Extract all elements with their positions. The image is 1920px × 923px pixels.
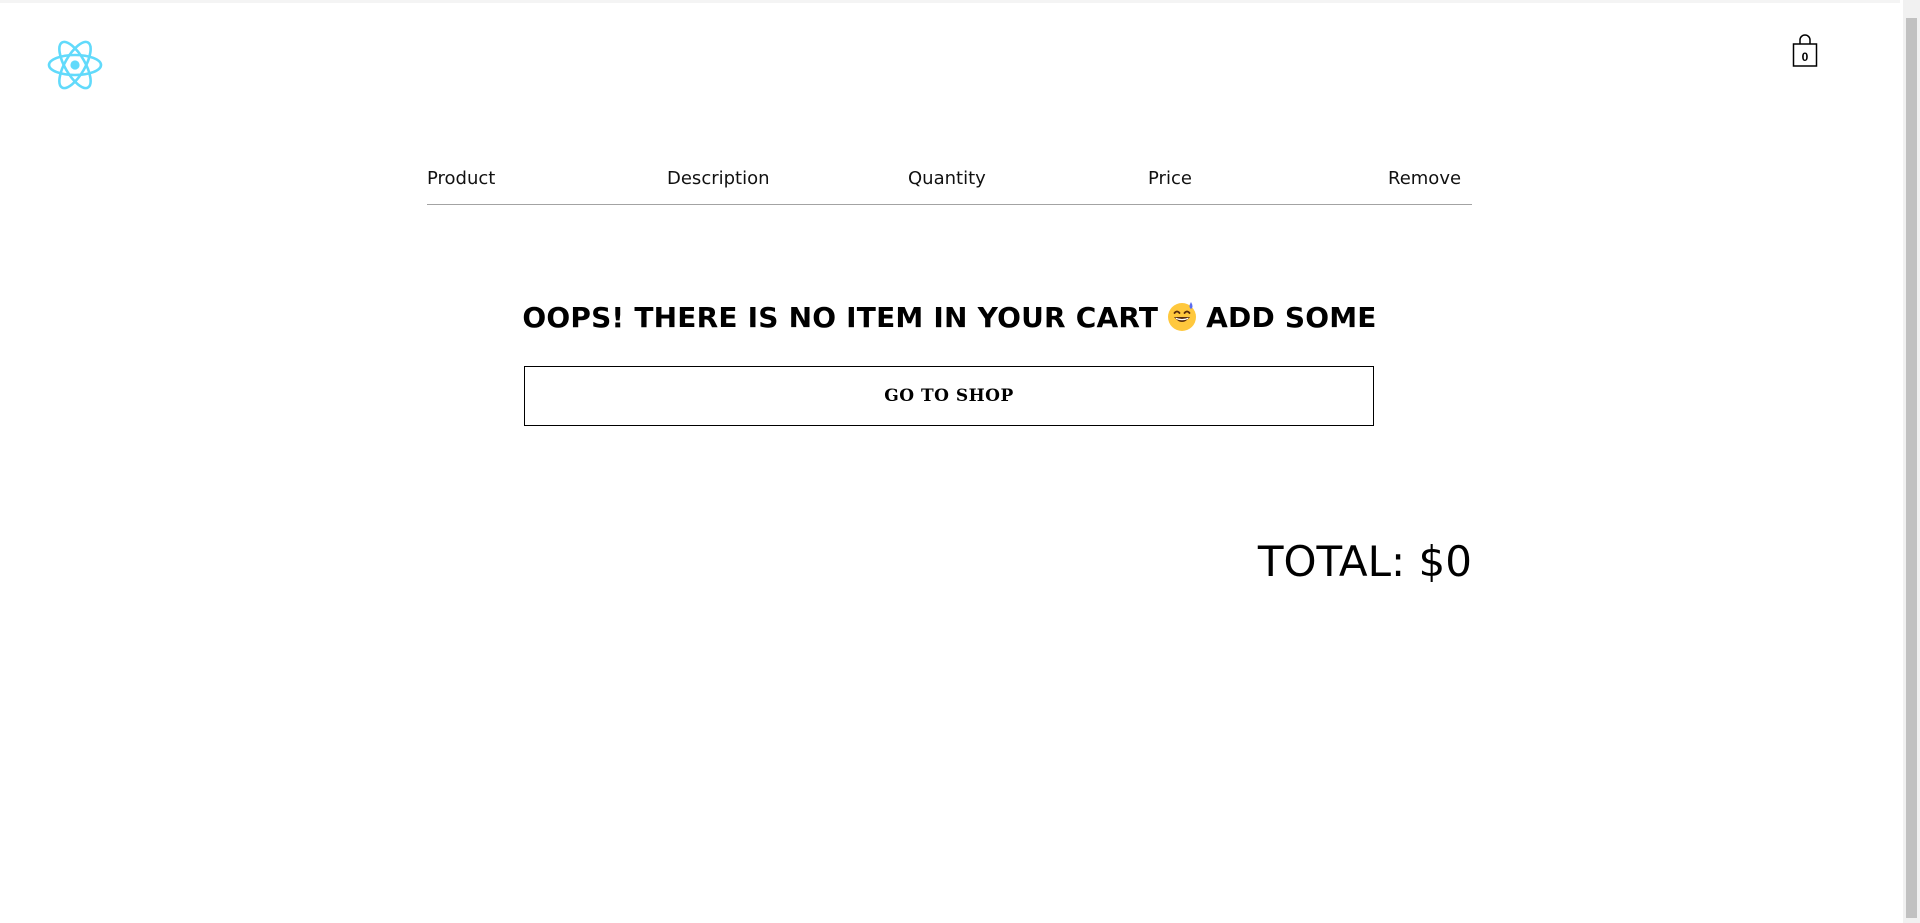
empty-cart-message-suffix: ADD SOME (1206, 301, 1377, 334)
column-header-remove: Remove (1388, 168, 1462, 189)
column-header-product: Product (427, 168, 496, 189)
react-logo-icon[interactable] (47, 39, 103, 91)
column-header-price: Price (1148, 168, 1192, 189)
scrollbar-thumb[interactable] (1906, 18, 1917, 918)
cart-count-badge: 0 (1801, 50, 1809, 64)
go-to-shop-button[interactable]: GO TO SHOP (524, 366, 1374, 426)
column-header-description: Description (667, 168, 770, 189)
empty-cart-message: OOPS! THERE IS NO ITEM IN YOUR CART ADD … (427, 300, 1472, 336)
cart-total: TOTAL: $0 (1257, 537, 1472, 586)
column-header-quantity: Quantity (908, 168, 986, 189)
cart-button[interactable]: 0 (1791, 34, 1819, 68)
grinning-face-with-sweat-icon (1166, 300, 1198, 332)
browser-viewport: 0 Product Description Quantity Price Rem… (0, 0, 1920, 923)
empty-cart-message-text: OOPS! THERE IS NO ITEM IN YOUR CART (522, 301, 1159, 334)
cart-table-header: Product Description Quantity Price Remov… (427, 154, 1472, 205)
cart-page: 0 Product Description Quantity Price Rem… (0, 3, 1900, 923)
